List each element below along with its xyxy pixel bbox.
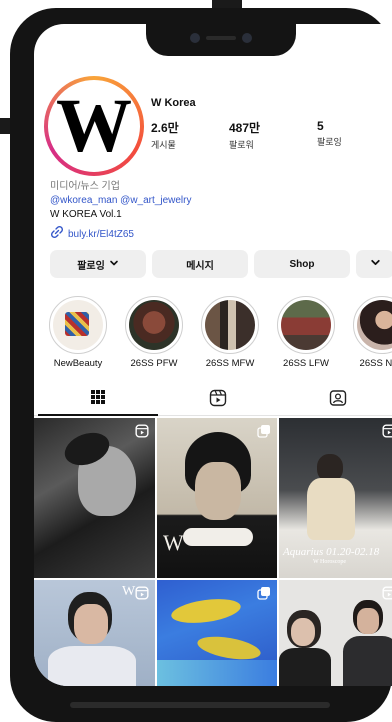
highlight-label: NewBeauty [53,358,103,369]
following-label: 팔로잉 [77,260,105,272]
highlight-ring [125,296,183,354]
stat-value: 487만 [229,121,261,135]
avatar[interactable]: W [48,80,140,172]
grid-icon [90,389,106,410]
stat-label: 팔로잉 [317,137,342,147]
tab-reels[interactable] [158,384,278,416]
post-caption: Aquarius 01.20-02.18 [283,546,380,558]
phone-screen: W W Korea 2.6만 게시물 487만 팔로워 5 팔로잉 미디어/뉴스… [34,24,392,686]
message-button[interactable]: 메시지 [152,250,248,278]
tagged-icon [329,389,347,412]
phone-frame: W W Korea 2.6만 게시물 487만 팔로워 5 팔로잉 미디어/뉴스… [10,8,392,722]
camera-icon [242,33,252,43]
shop-button[interactable]: Shop [254,250,350,278]
bio-text: W KOREA Vol.1 [50,209,122,220]
highlight-label: 26SS MFW [205,358,255,369]
chevron-down-icon [109,258,119,271]
highlight-label: 26SS PFW [130,358,178,369]
highlight-cover [53,300,103,350]
stat-posts[interactable]: 2.6만 게시물 [151,119,179,151]
highlight-label: 26SS NYF [359,358,392,369]
profile-bio: 미디어/뉴스 기업 @wkorea_man @w_art_jewelry W K… [50,180,380,244]
post-tile[interactable] [279,580,392,686]
highlight-item[interactable]: 26SS LFW [275,296,337,369]
highlight-item[interactable]: 26SS MFW [199,296,261,369]
highlight-cover [357,300,392,350]
more-options-button[interactable] [356,250,392,278]
post-caption-sub: W Horoscope [313,559,347,565]
stat-value: 2.6만 [151,121,179,135]
highlight-cover [205,300,255,350]
post-tile[interactable]: W [157,418,277,578]
highlight-ring [49,296,107,354]
carousel-icon [257,424,271,443]
reels-icon [135,586,149,605]
reels-icon [382,424,392,443]
story-ring[interactable]: W [44,76,144,176]
phone-bottom-bezel [70,702,330,708]
reels-icon [135,424,149,443]
highlight-cover [129,300,179,350]
reels-icon [209,389,227,412]
chevron-down-icon [370,257,381,271]
highlight-item[interactable]: NewBeauty [47,296,109,369]
post-tile[interactable]: Aquarius 01.20-02.18 W Horoscope [279,418,392,578]
message-label: 메시지 [186,260,214,272]
bio-link[interactable]: buly.kr/El4tZ65 [50,225,380,244]
post-tile[interactable] [34,418,155,578]
reels-icon [382,586,392,605]
bio-mentions[interactable]: @wkorea_man @w_art_jewelry [50,194,380,208]
profile-name: W Korea [151,97,196,109]
profile-tabs [34,384,392,416]
bio-link-text: buly.kr/El4tZ65 [68,228,134,240]
stat-following[interactable]: 5 팔로잉 [317,119,342,148]
bio-category: 미디어/뉴스 기업 [50,181,120,192]
speaker-grille [206,36,236,40]
page: W W Korea 2.6만 게시물 487만 팔로워 5 팔로잉 미디어/뉴스… [0,0,392,722]
highlight-ring [353,296,392,354]
highlight-ring [277,296,335,354]
link-icon [50,225,64,244]
avatar-logo: W [51,83,137,169]
post-tile[interactable]: W [34,580,155,686]
tab-posts[interactable] [38,384,158,416]
highlight-ring [201,296,259,354]
camera-icon [190,33,200,43]
stat-label: 팔로워 [229,140,254,150]
highlight-item[interactable]: 26SS NYF [351,296,392,369]
shop-label: Shop [289,258,315,270]
tab-tagged[interactable] [278,384,392,416]
camera-notch [146,24,296,56]
highlight-cover [281,300,331,350]
carousel-icon [257,586,271,605]
highlight-item[interactable]: 26SS PFW [123,296,185,369]
highlight-label: 26SS LFW [283,358,329,369]
post-tile[interactable] [157,580,277,686]
following-button[interactable]: 팔로잉 [50,250,146,278]
stat-label: 게시물 [151,140,176,150]
stat-followers[interactable]: 487만 팔로워 [229,119,260,151]
stat-value: 5 [317,119,324,133]
